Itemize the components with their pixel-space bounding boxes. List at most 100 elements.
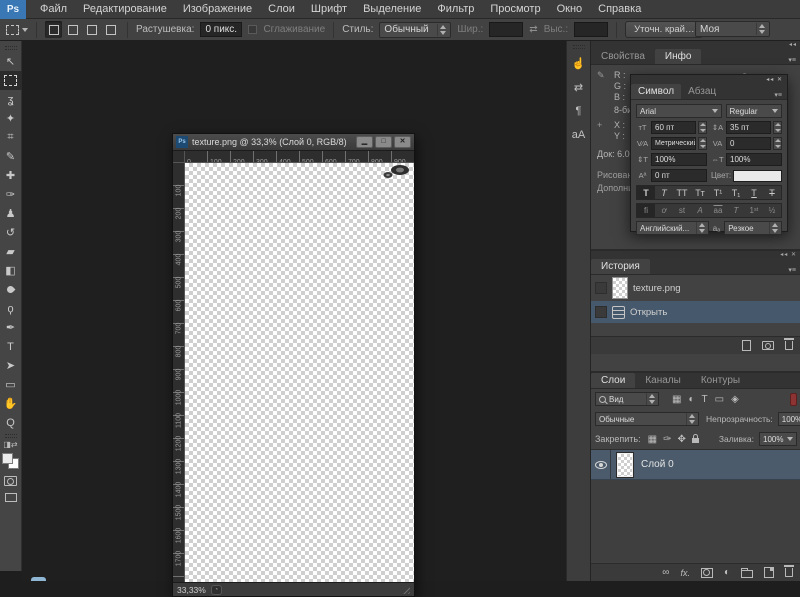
vertical-ruler[interactable]: 1002003004005006007008009001000110012001… [173, 163, 185, 582]
new-adjustment-layer-icon[interactable]: ◐ [724, 567, 730, 578]
status-info-icon[interactable]: ◔ [211, 585, 222, 595]
dropdown-arrows-icon[interactable] [698, 137, 707, 150]
dock-panel-arrows-icon[interactable]: ⇄ [567, 75, 591, 99]
window-resize-grip[interactable] [401, 585, 410, 594]
hand-tool[interactable]: ✋ [0, 394, 22, 413]
lock-position-icon[interactable]: ✥ [677, 434, 685, 445]
layer-style-icon[interactable]: fx. [680, 568, 690, 578]
menu-help[interactable]: Справка [590, 0, 649, 19]
width-input[interactable] [489, 22, 523, 37]
canvas[interactable] [185, 163, 414, 582]
filter-smart-object-icon[interactable]: ◈ [731, 394, 739, 405]
history-brush-source[interactable] [595, 306, 607, 318]
refine-edge-button[interactable]: Уточн. край… [625, 21, 703, 38]
new-layer-icon[interactable] [764, 567, 774, 578]
faux-bold-button[interactable]: T [637, 186, 655, 199]
ps-logo[interactable]: Ps [0, 0, 26, 19]
panel-menu-icon[interactable]: ▾≡ [769, 91, 787, 99]
superscript-button[interactable]: T¹ [709, 186, 727, 199]
dock-panel-paragraph-styles-icon[interactable]: ¶ [567, 99, 591, 123]
titling-alternates-button[interactable]: T [727, 204, 745, 217]
tab-paragraph[interactable]: Абзац [681, 84, 723, 99]
menu-filter[interactable]: Фильтр [429, 0, 482, 19]
all-caps-button[interactable]: TT [673, 186, 691, 199]
gradient-tool[interactable]: ◧ [0, 261, 22, 280]
magic-wand-tool[interactable]: ✦ [0, 109, 22, 128]
style-dropdown[interactable]: Обычный [379, 22, 451, 38]
document-window[interactable]: Ps texture.png @ 33,3% (Слой 0, RGB/8) ▁… [172, 133, 415, 597]
swash-button[interactable]: A [691, 204, 709, 217]
filter-image-icon[interactable]: ▦ [672, 394, 681, 405]
font-style-dropdown[interactable]: Regular [726, 104, 782, 118]
font-size-input[interactable]: 60 пт [651, 121, 696, 134]
panel-menu-icon[interactable]: ▾≡ [783, 266, 800, 274]
minimize-button[interactable]: ▁ [356, 136, 373, 148]
panel-grip[interactable] [573, 45, 585, 49]
tracking-input[interactable]: 0 [726, 137, 771, 150]
dropdown-arrows-icon[interactable] [773, 121, 782, 134]
discretionary-ligatures-button[interactable]: st [673, 204, 691, 217]
baseline-shift-input[interactable]: 0 пт [651, 169, 707, 182]
filter-shape-icon[interactable]: ▭ [715, 394, 724, 405]
screen-mode-button[interactable] [5, 493, 17, 502]
move-tool[interactable]: ↖ [0, 52, 22, 71]
character-panel[interactable]: ◂◂ ✕ Символ Абзац ▾≡ Arial Regular тT60 … [630, 74, 788, 232]
collapse-close-icons[interactable]: ◂◂ ✕ [766, 77, 783, 83]
small-caps-button[interactable]: Tт [691, 186, 709, 199]
layer-thumbnail[interactable] [617, 453, 633, 477]
history-brush-source[interactable] [595, 282, 607, 294]
collapse-close-icons[interactable]: ◂◂ ✕ [780, 252, 797, 258]
pen-tool[interactable]: ✒ [0, 318, 22, 337]
dodge-tool[interactable]: ϙ [0, 299, 22, 318]
dropdown-arrows-icon[interactable] [773, 137, 782, 150]
new-snapshot-icon[interactable] [762, 341, 774, 350]
close-button[interactable]: ✕ [394, 136, 411, 148]
menu-type[interactable]: Шрифт [303, 0, 355, 19]
collapse-panels-icon[interactable]: ◂◂ [789, 42, 797, 48]
brush-tool[interactable]: ✑ [0, 185, 22, 204]
opacity-input[interactable]: 100% [778, 412, 800, 426]
underline-button[interactable]: T [745, 186, 763, 199]
tab-info[interactable]: Инфо [655, 49, 702, 64]
tab-layers[interactable]: Слои [591, 373, 635, 388]
workspace-dropdown[interactable]: Моя [695, 21, 770, 37]
font-family-dropdown[interactable]: Arial [636, 104, 722, 118]
fractions-button[interactable]: ½ [763, 204, 781, 217]
filter-type-dropdown[interactable]: Вид [595, 392, 659, 406]
lasso-tool[interactable]: ʓ [0, 90, 22, 109]
menu-image[interactable]: Изображение [175, 0, 260, 19]
ordinals-button[interactable]: 1ˢᵗ [745, 204, 763, 217]
vertical-scale-input[interactable]: 100% [651, 153, 707, 166]
type-tool[interactable]: T [0, 337, 22, 356]
zoom-tool[interactable]: Q [0, 413, 22, 432]
layer-name[interactable]: Слой 0 [641, 459, 674, 470]
document-title-bar[interactable]: Ps texture.png @ 33,3% (Слой 0, RGB/8) ▁… [173, 134, 414, 151]
eyedropper-tool[interactable]: ✎ [0, 147, 22, 166]
crop-tool[interactable]: ⌗ [0, 128, 22, 147]
panel-grip[interactable] [5, 46, 17, 50]
ligatures-button[interactable]: fi [637, 204, 655, 217]
layer-filter-toggle[interactable] [790, 393, 797, 406]
dock-panel-hand-icon[interactable]: ☝ [567, 51, 591, 75]
lock-all-icon[interactable] [692, 438, 699, 443]
height-input[interactable] [574, 22, 608, 37]
visibility-toggle[interactable] [591, 450, 611, 479]
menu-view[interactable]: Просмотр [482, 0, 548, 19]
filter-adjustment-icon[interactable]: ◐ [688, 394, 694, 405]
strikethrough-button[interactable]: T [763, 186, 781, 199]
tab-properties[interactable]: Свойства [591, 49, 655, 64]
faux-italic-button[interactable]: T [655, 186, 673, 199]
text-color-swatch[interactable] [733, 170, 782, 182]
layer-row[interactable]: Слой 0 [591, 450, 800, 480]
leading-input[interactable]: 35 пт [726, 121, 771, 134]
history-brush-tool[interactable]: ↺ [0, 223, 22, 242]
color-swatches[interactable] [2, 453, 19, 469]
eraser-tool[interactable]: ▰ [0, 242, 22, 261]
healing-brush-tool[interactable]: ✚ [0, 166, 22, 185]
delete-layer-icon[interactable] [785, 568, 793, 577]
clone-stamp-tool[interactable]: ♟ [0, 204, 22, 223]
language-dropdown[interactable]: Английский... [636, 221, 709, 235]
intersect-selection-mode-button[interactable] [102, 21, 119, 38]
tool-preset-picker[interactable] [6, 25, 28, 35]
subscript-button[interactable]: T₁ [727, 186, 745, 199]
